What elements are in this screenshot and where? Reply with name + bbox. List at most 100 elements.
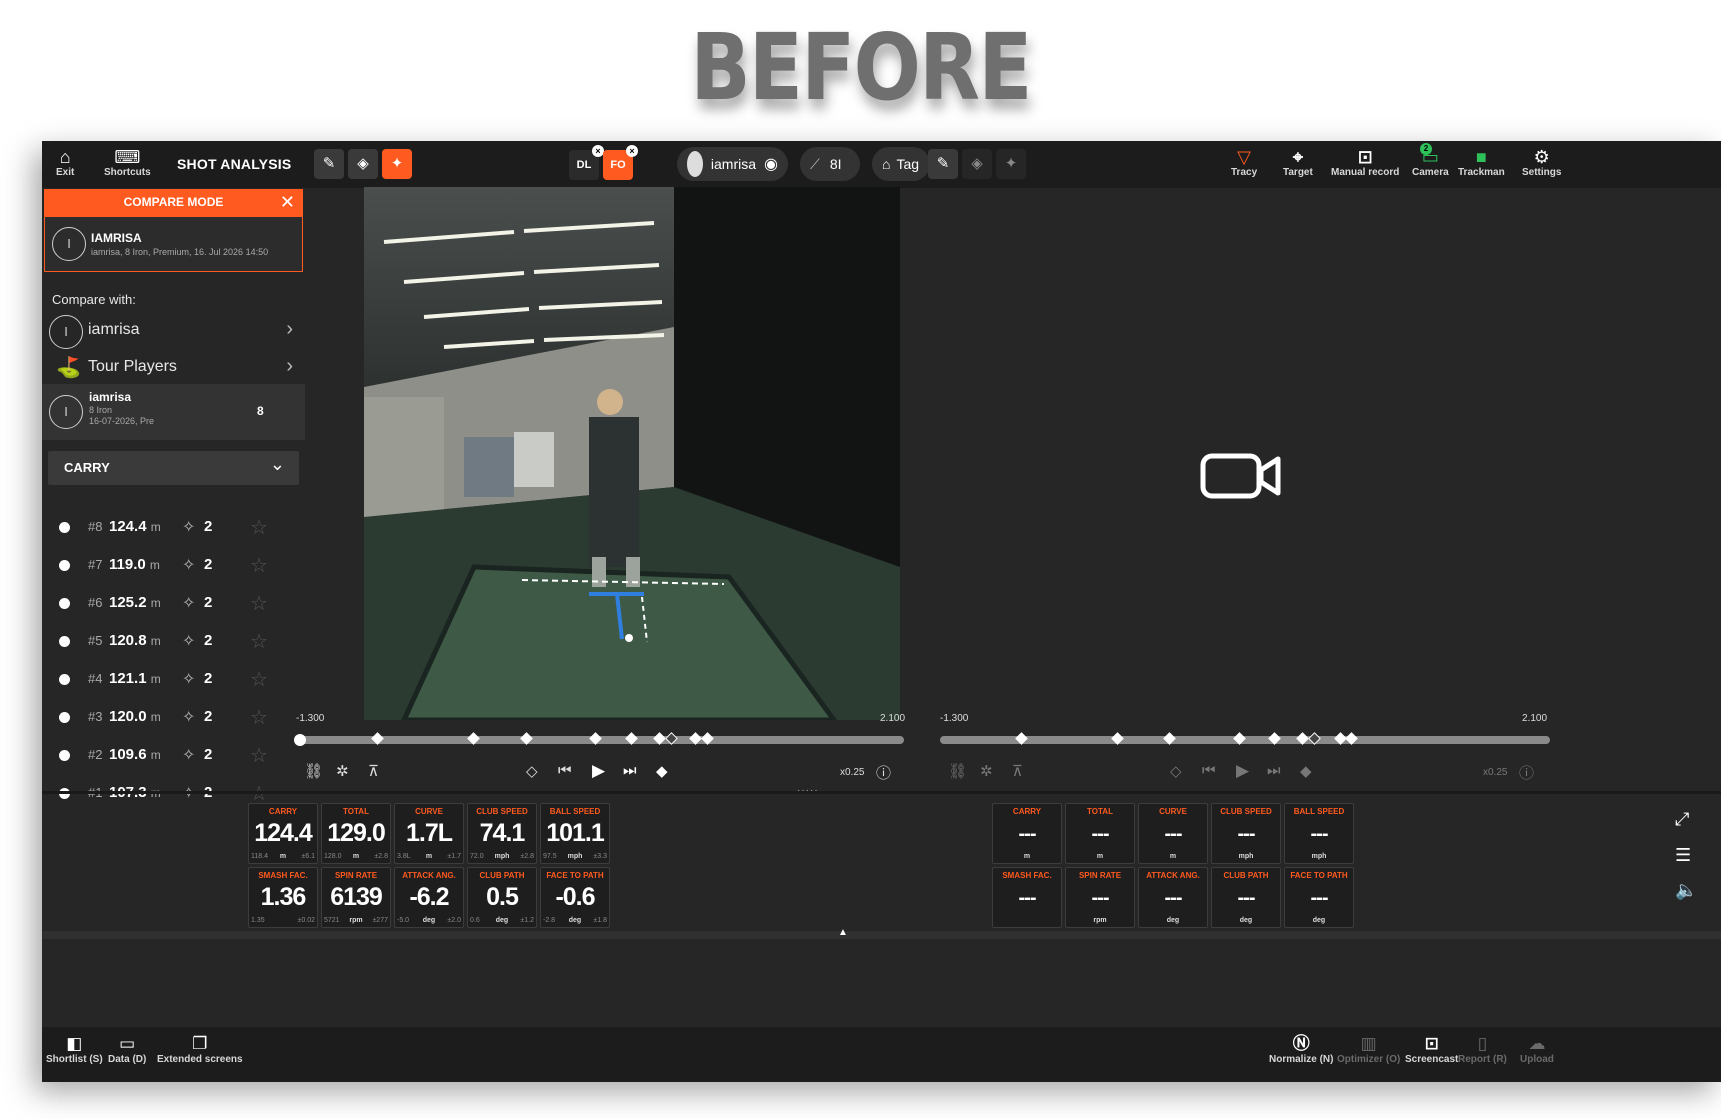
data-button[interactable]: ▭ Data (D) [108,1033,146,1065]
sliders-icon[interactable]: ☰ [1675,845,1691,866]
info-icon[interactable]: ⓘ [876,762,891,783]
normalize-icon: Ⓝ [1292,1034,1310,1053]
step-back-icon[interactable]: ⏮ [558,762,572,779]
caret-up-icon[interactable]: ▲ [838,927,848,938]
shot-row[interactable]: #4 121.1 m ✧ 2 ☆ [42,661,305,699]
manual-record-button[interactable]: ⊡ Manual record [1331,147,1399,178]
ruler-icon[interactable]: ⊼ [1012,762,1023,780]
star-icon[interactable]: ☆ [250,629,268,654]
screencast-button[interactable]: ⊡ Screencast [1405,1033,1458,1065]
tracy-button[interactable]: ▽ Tracy [1231,147,1257,178]
ai-overlay-tool[interactable]: ✦ [996,149,1026,179]
extended-screens-button[interactable]: ❐ Extended screens [157,1033,243,1065]
keyframe-marker[interactable] [467,732,480,745]
keyframe-marker[interactable] [1233,732,1246,745]
compare-tour-players-link[interactable]: ⛳ Tour Players › [42,351,305,387]
close-icon[interactable]: × [626,145,638,157]
timeline-track[interactable] [294,732,904,746]
keyframe-marker[interactable] [1111,732,1124,745]
swing-sync-icon[interactable]: ✲ [980,762,993,780]
prev-keyframe-icon[interactable]: ◇ [526,762,538,780]
ruler-icon[interactable]: ⊼ [368,762,379,780]
metric-tile: ATTACK ANG. --- deg [1138,867,1208,928]
playhead[interactable] [294,734,306,746]
draw-line-tool[interactable]: ✎ [314,149,344,179]
sparkle-icon: ✦ [390,155,404,172]
metric-dropdown[interactable]: CARRY ⌄ [48,451,299,485]
fullscreen-icon[interactable]: ⤢ [1675,809,1689,830]
layers-tool[interactable]: ◈ [962,149,992,179]
play-icon[interactable]: ▶ [592,761,605,781]
shot-row[interactable]: #3 120.0 m ✧ 2 ☆ [42,699,305,737]
timeline-track[interactable] [940,732,1550,745]
playback-speed[interactable]: x0.25 [1483,767,1507,778]
report-button[interactable]: ▯ Report (R) [1458,1033,1507,1065]
compare-iamrisa-link[interactable]: I iamrisa › [42,314,305,350]
ai-overlay-tool[interactable]: ✦ [382,149,412,179]
metric-tile: FACE TO PATH -0.6 -2.8 deg ±1.8 [540,867,610,928]
keyframe-marker[interactable] [371,732,384,745]
layers-tool[interactable]: ◈ [348,149,378,179]
trackman-button[interactable]: ■ Trackman [1458,147,1505,178]
keyframe-marker[interactable] [1015,732,1028,745]
shot-row[interactable]: #2 109.6 m ✧ 2 ☆ [42,737,305,775]
keyframe-marker[interactable] [1163,732,1176,745]
settings-button[interactable]: ⚙ Settings [1522,147,1561,178]
dl-view-toggle[interactable]: DL × [569,145,604,180]
step-forward-icon[interactable]: ⏭ [623,762,637,779]
shot-count: 8 [257,404,264,418]
play-icon[interactable]: ▶ [1236,761,1249,781]
shot-row[interactable]: #7 119.0 m ✧ 2 ☆ [42,547,305,585]
star-icon[interactable]: ☆ [250,515,268,540]
selected-session-row[interactable]: I iamrisa 8 Iron 16-07-2026, Pre 8 [42,384,305,440]
fo-view-toggle[interactable]: FO × [603,145,638,180]
link-icon[interactable]: ⛓ [948,762,967,780]
swing-sync-icon[interactable]: ✲ [336,762,349,780]
drag-handle-icon[interactable]: ····· [797,785,819,796]
session-name: IAMRISA [91,231,142,245]
club-selector[interactable]: ⟋ 8I [800,147,860,181]
optimizer-button[interactable]: ▥ Optimizer (O) [1337,1033,1400,1065]
keyframe-marker[interactable] [701,732,714,745]
keyframe-marker[interactable] [1345,732,1358,745]
target-button[interactable]: ⌖ Target [1283,147,1313,178]
volume-icon[interactable]: 🔈 [1675,880,1697,901]
normalize-button[interactable]: Ⓝ Normalize (N) [1269,1033,1333,1065]
prev-keyframe-icon[interactable]: ◇ [1170,762,1182,780]
draw-line-tool[interactable]: ✎ [928,149,958,179]
keyframe-marker[interactable] [1268,732,1281,745]
keyframe-marker[interactable] [689,732,702,745]
star-icon[interactable]: ☆ [250,667,268,692]
keyframe-marker[interactable] [1296,732,1309,745]
upload-button[interactable]: ☁ Upload [1520,1033,1554,1065]
star-icon[interactable]: ☆ [250,705,268,730]
step-forward-icon[interactable]: ⏭ [1267,762,1281,779]
keyframe-marker[interactable] [589,732,602,745]
tag-button[interactable]: ⌂ Tag [872,147,930,181]
keyframe-marker[interactable] [625,732,638,745]
shortlist-button[interactable]: ◧ Shortlist (S) [46,1033,103,1065]
playback-speed[interactable]: x0.25 [840,767,864,778]
shot-row[interactable]: #5 120.8 m ✧ 2 ☆ [42,623,305,661]
keyframe-marker[interactable] [520,732,533,745]
exit-button[interactable]: ⌂ Exit [56,147,74,178]
keyframe-marker[interactable] [653,732,666,745]
close-icon[interactable]: ✕ [280,189,295,216]
impact-marker[interactable] [1308,732,1321,745]
camera-button[interactable]: ▭ 2 Camera [1412,143,1449,178]
shot-row[interactable]: #6 125.2 m ✧ 2 ☆ [42,585,305,623]
impact-marker[interactable] [665,732,678,745]
info-icon[interactable]: ⓘ [1519,762,1534,783]
star-icon[interactable]: ☆ [250,553,268,578]
video-camera-icon[interactable] [1200,453,1282,504]
shortcuts-button[interactable]: ⌨ Shortcuts [104,147,151,178]
link-icon[interactable]: ⛓ [304,762,323,780]
star-icon[interactable]: ☆ [250,743,268,768]
step-back-icon[interactable]: ⏮ [1202,762,1216,779]
shot-row[interactable]: #8 124.4 m ✧ 2 ☆ [42,509,305,547]
next-keyframe-icon[interactable]: ◆ [656,762,668,780]
next-keyframe-icon[interactable]: ◆ [1300,762,1312,780]
user-selector[interactable]: iamrisa ◉ [677,147,788,181]
star-icon[interactable]: ☆ [250,591,268,616]
swing-video-frame[interactable] [364,187,900,720]
